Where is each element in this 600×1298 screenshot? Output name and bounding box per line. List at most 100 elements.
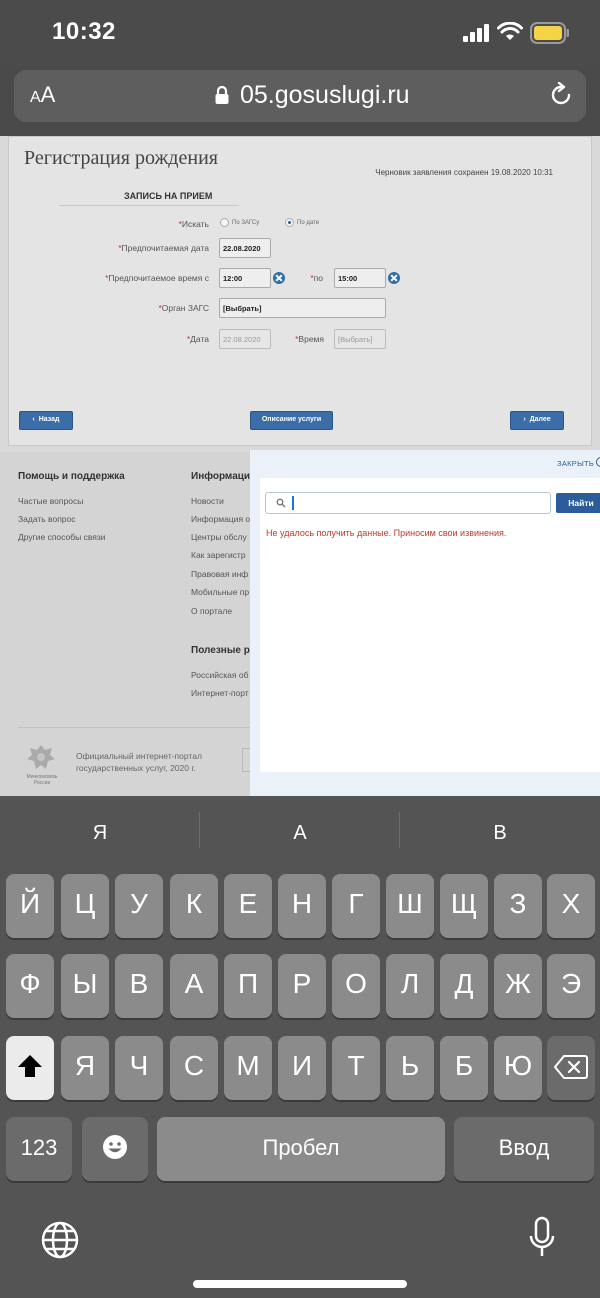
close-icon[interactable] [596, 457, 600, 467]
suggestion-2[interactable]: А [200, 822, 400, 845]
section-title: ЗАПИСЬ НА ПРИЕМ [124, 191, 213, 201]
key[interactable]: Р [278, 954, 326, 1018]
key[interactable]: Х [547, 874, 595, 938]
key[interactable]: Б [440, 1036, 488, 1100]
support-heading: Помощь и поддержка [18, 471, 125, 482]
cellular-signal-icon [463, 24, 489, 42]
key[interactable]: У [115, 874, 163, 938]
key[interactable]: Д [440, 954, 488, 1018]
key[interactable]: П [224, 954, 272, 1018]
key[interactable]: Ц [61, 874, 109, 938]
key[interactable]: Й [6, 874, 54, 938]
footer-link[interactable]: Задать вопрос [18, 514, 76, 524]
date-label: *Дата [186, 334, 209, 344]
status-bar: 10:32 [0, 0, 600, 66]
footer-link[interactable]: Правовая инф [191, 569, 248, 579]
footer-divider [18, 727, 250, 728]
preferred-date-label: *Предпочитаемая дата [118, 243, 209, 253]
search-panel: Найти Не удалось получить данные. Принос… [260, 478, 600, 772]
delete-key[interactable] [547, 1036, 595, 1100]
service-description-button[interactable]: Описание услуги [250, 411, 333, 430]
text-cursor [292, 496, 294, 510]
key[interactable]: Ы [61, 954, 109, 1018]
home-indicator[interactable] [193, 1280, 407, 1288]
space-key[interactable]: Пробел [157, 1117, 445, 1181]
back-button[interactable]: ‹ Назад [19, 411, 73, 430]
key[interactable]: А [170, 954, 218, 1018]
copyright-text: Официальный интернет-портал государствен… [76, 751, 202, 773]
search-icon [276, 498, 286, 508]
key[interactable]: С [170, 1036, 218, 1100]
footer-link[interactable]: Информация о [191, 514, 250, 524]
radio-by-date-label: По дате [297, 220, 320, 226]
time-label: *Время [295, 334, 324, 344]
search-input[interactable] [265, 492, 551, 514]
draft-saved-note: Черновик заявления сохранен 19.08.2020 1… [375, 168, 553, 177]
key[interactable]: З [494, 874, 542, 938]
suggestion-1[interactable]: Я [0, 822, 200, 845]
key[interactable]: Ш [386, 874, 434, 938]
section-divider [59, 205, 239, 206]
footer-link[interactable]: Частые вопросы [18, 496, 83, 506]
wifi-icon [497, 22, 523, 40]
footer-link[interactable]: Мобильные пр [191, 587, 249, 597]
microphone-icon[interactable] [528, 1216, 556, 1260]
numbers-key[interactable]: 123 [6, 1117, 72, 1181]
return-key[interactable]: Ввод [454, 1117, 594, 1181]
office-label: *Орган ЗАГС [158, 303, 209, 313]
address-bar[interactable]: AA 05.gosuslugi.ru [14, 70, 586, 122]
key[interactable]: Е [224, 874, 272, 938]
key[interactable]: М [224, 1036, 272, 1100]
key[interactable]: В [115, 954, 163, 1018]
footer-link[interactable]: О портале [191, 606, 232, 616]
search-by-label: *Искать [178, 219, 209, 229]
radio-by-office[interactable] [220, 218, 229, 227]
footer-link[interactable]: Интернет-порт [191, 688, 249, 698]
text-size-button[interactable]: AA [30, 82, 55, 108]
footer-link[interactable]: Российская об [191, 670, 248, 680]
preferred-date-field[interactable]: 22.08.2020 [219, 238, 271, 258]
close-link[interactable]: ЗАКРЫТЬ [557, 459, 594, 468]
search-overlay: ЗАКРЫТЬ Найти Не удалось получить данные… [250, 450, 600, 796]
key[interactable]: Т [332, 1036, 380, 1100]
shift-key[interactable] [6, 1036, 54, 1100]
radio-by-date[interactable] [285, 218, 294, 227]
key[interactable]: Г [332, 874, 380, 938]
suggestion-bar: Я А В [0, 796, 600, 864]
time-to-field[interactable]: 15:00 [334, 268, 386, 288]
footer-link[interactable]: Центры обслу [191, 532, 247, 542]
clear-time-to-icon[interactable] [388, 272, 400, 284]
reload-icon[interactable] [550, 82, 574, 108]
info-heading: Информаци [191, 471, 251, 482]
url-text[interactable]: 05.gosuslugi.ru [240, 81, 410, 110]
key[interactable]: Л [386, 954, 434, 1018]
globe-icon[interactable] [40, 1220, 80, 1260]
error-message: Не удалось получить данные. Приносим сво… [266, 528, 507, 538]
key[interactable]: Ж [494, 954, 542, 1018]
key[interactable]: Ь [386, 1036, 434, 1100]
emoji-key[interactable] [82, 1117, 148, 1181]
footer-link[interactable]: Новости [191, 496, 224, 506]
key[interactable]: Ф [6, 954, 54, 1018]
suggestion-3[interactable]: В [400, 822, 600, 845]
time-from-field[interactable]: 12:00 [219, 268, 271, 288]
key[interactable]: И [278, 1036, 326, 1100]
key[interactable]: Щ [440, 874, 488, 938]
key[interactable]: Ю [494, 1036, 542, 1100]
site-footer: Помощь и поддержка Частые вопросы Задать… [0, 452, 252, 796]
key[interactable]: О [332, 954, 380, 1018]
key[interactable]: Н [278, 874, 326, 938]
key[interactable]: Ч [115, 1036, 163, 1100]
clear-time-from-icon[interactable] [273, 272, 285, 284]
key[interactable]: Я [61, 1036, 109, 1100]
footer-link[interactable]: Другие способы связи [18, 532, 106, 542]
web-page: Регистрация рождения Черновик заявления … [0, 136, 600, 796]
key[interactable]: К [170, 874, 218, 938]
office-select[interactable]: [Выбрать] [219, 298, 386, 318]
footer-link[interactable]: Как зарегистр [191, 550, 246, 560]
search-button[interactable]: Найти [556, 493, 600, 513]
shift-icon [18, 1055, 42, 1077]
next-button[interactable]: › Далее [510, 411, 564, 430]
key[interactable]: Э [547, 954, 595, 1018]
preferred-time-label: *Предпочитаемое время с [105, 273, 209, 283]
